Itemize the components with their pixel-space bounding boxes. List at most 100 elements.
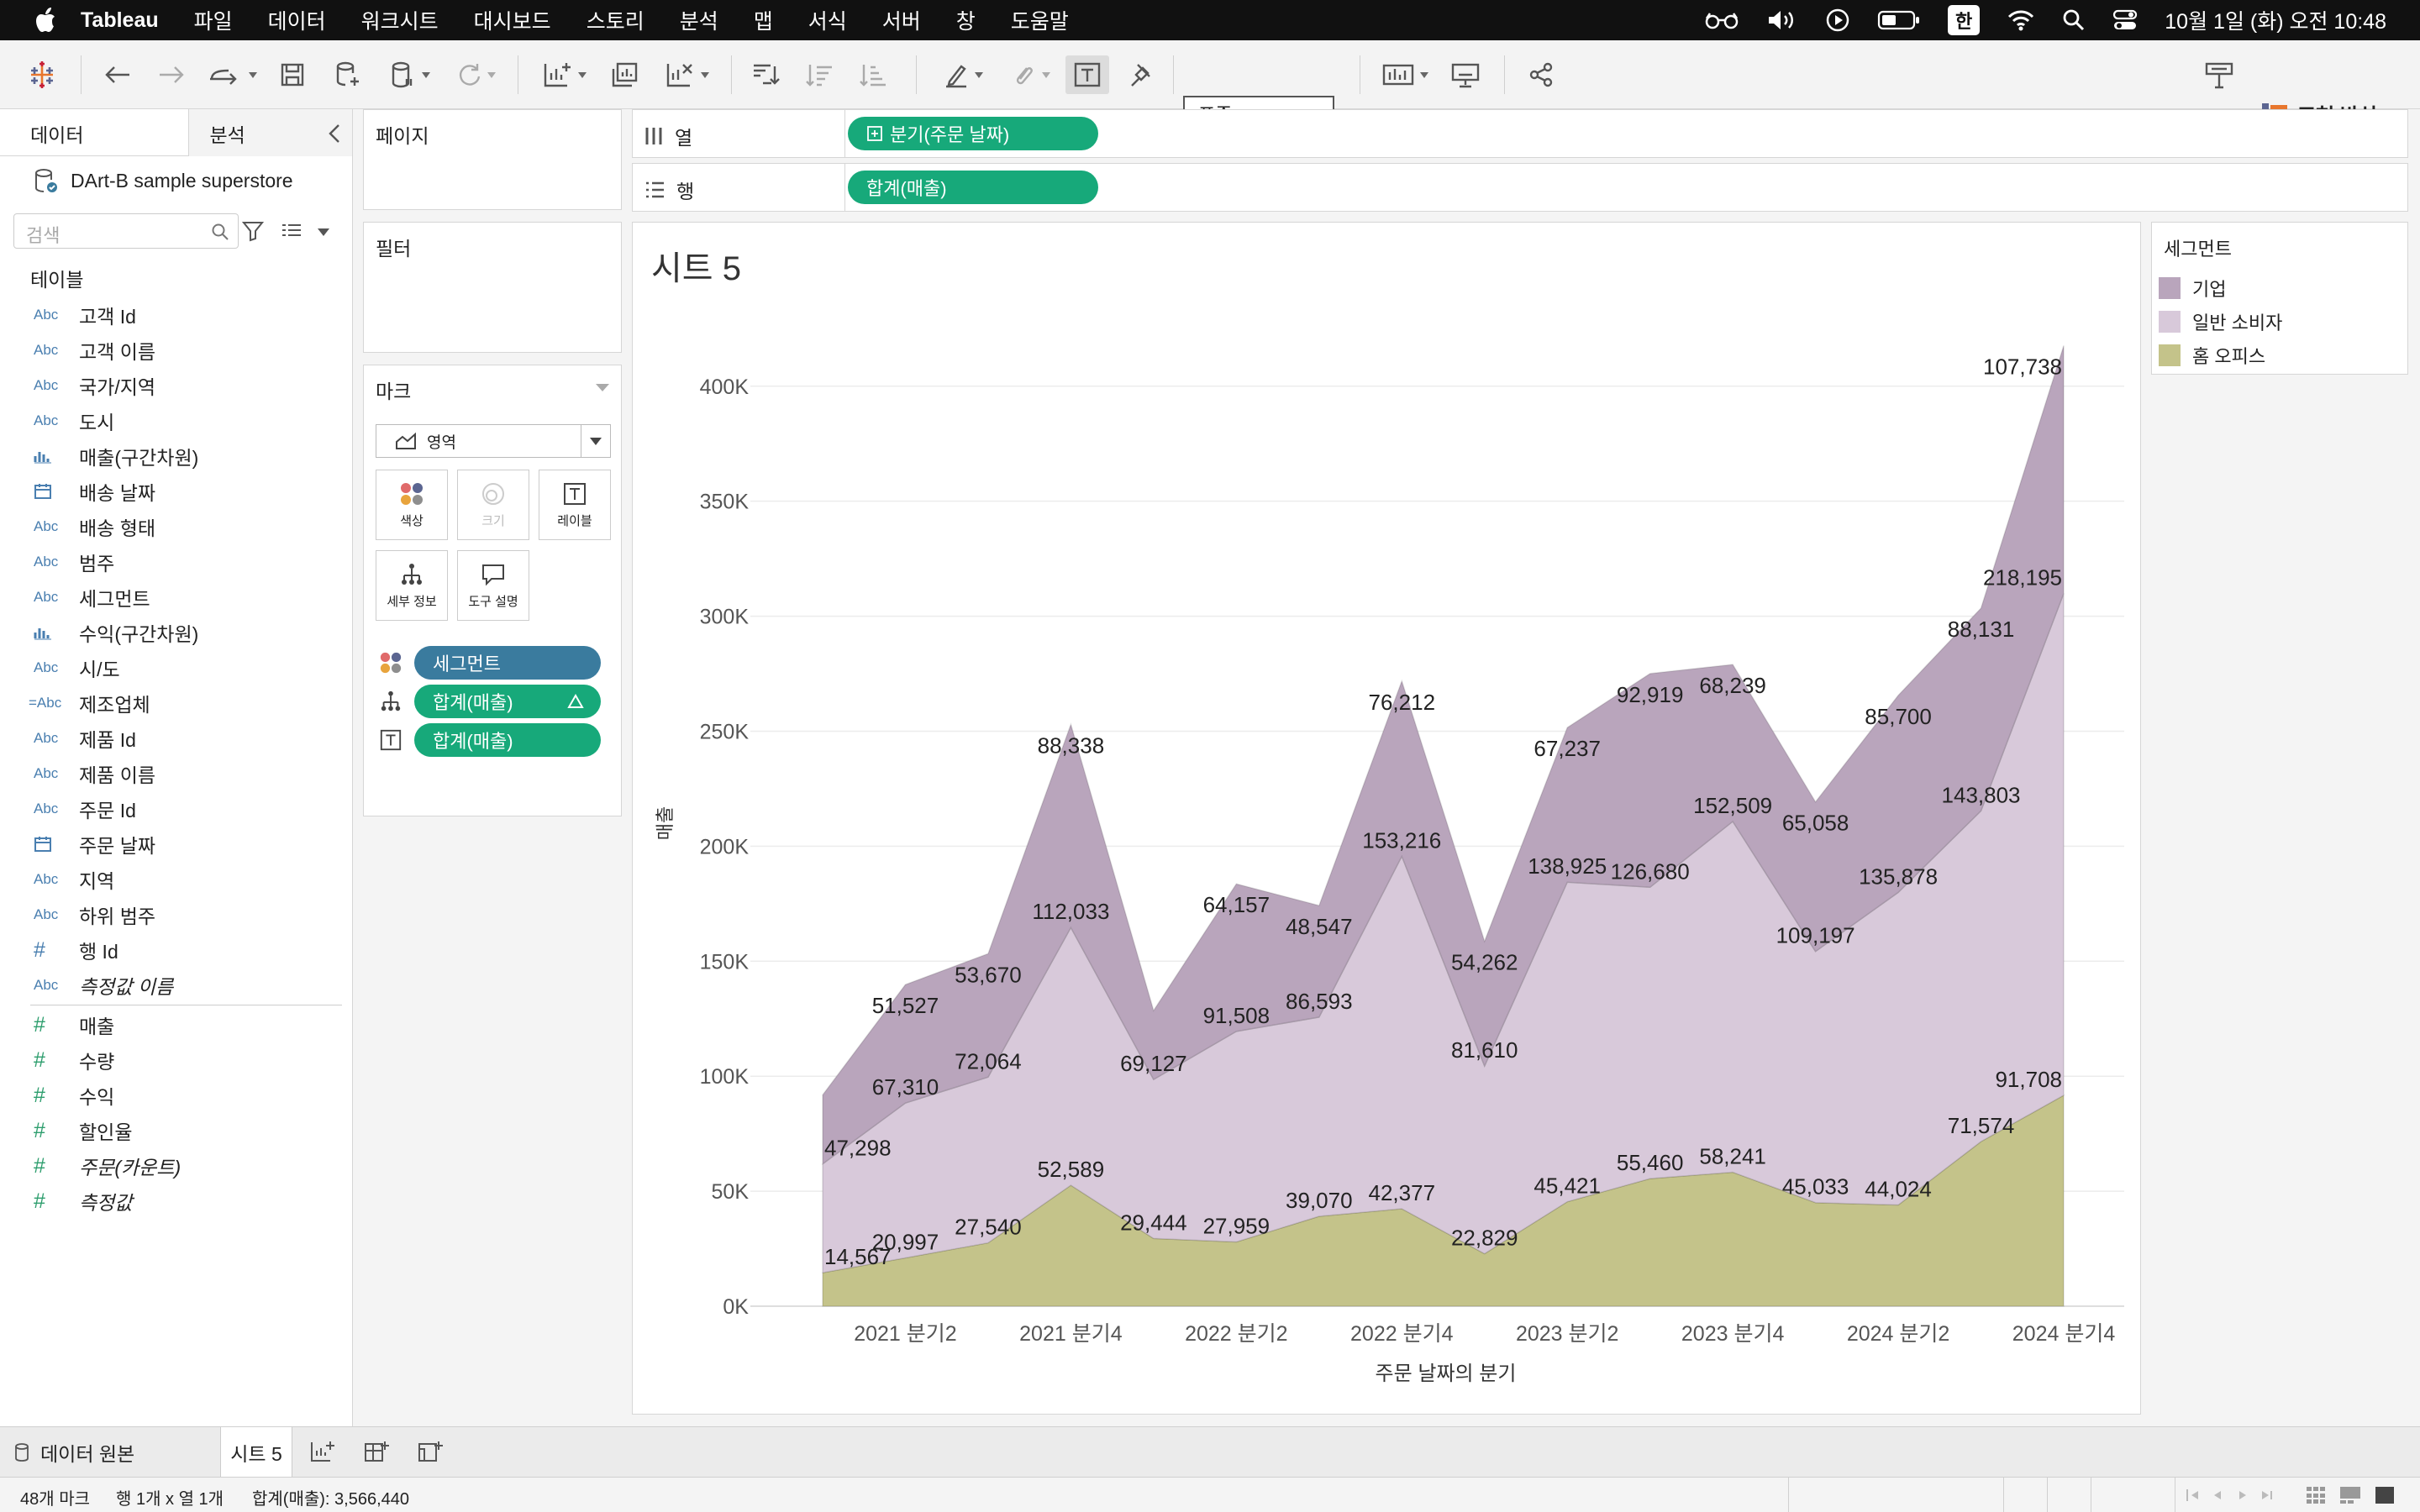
field-item[interactable]: 주문 날짜	[0, 827, 352, 862]
field-item[interactable]: # 주문(카운트)	[0, 1148, 352, 1184]
columns-shelf[interactable]: 열 분기(주문 날짜)	[632, 109, 2408, 158]
clear-sheet-icon[interactable]	[657, 55, 718, 94]
new-datasource-icon[interactable]	[329, 55, 366, 94]
apple-icon[interactable]	[34, 6, 59, 34]
share-icon[interactable]	[1523, 55, 1560, 94]
menu-worksheet[interactable]: 워크시트	[361, 5, 439, 35]
field-item[interactable]: # 측정값	[0, 1184, 352, 1219]
swap-rows-columns-icon[interactable]	[748, 55, 785, 94]
legend-item-corporate[interactable]: 기업	[2159, 275, 2226, 302]
next-page-icon[interactable]	[2237, 1489, 2249, 1501]
menu-analysis[interactable]: 분석	[680, 5, 718, 35]
new-worksheet-icon[interactable]	[534, 55, 595, 94]
battery-icon[interactable]	[1877, 9, 1921, 31]
field-item[interactable]: Abc 주문 Id	[0, 791, 352, 827]
first-page-icon[interactable]	[2186, 1489, 2198, 1501]
menu-map[interactable]: 맵	[754, 5, 773, 35]
datasource-tab[interactable]: 데이터 원본	[13, 1427, 213, 1478]
tab-data[interactable]: 데이터	[0, 109, 190, 156]
chevron-down-icon[interactable]	[318, 228, 329, 236]
field-item[interactable]: Abc 제품 이름	[0, 756, 352, 791]
sheet-tab[interactable]: 시트 5	[220, 1427, 292, 1478]
control-center-icon[interactable]	[2112, 8, 2138, 32]
sort-ascending-icon[interactable]	[802, 55, 839, 94]
filter-icon[interactable]	[242, 220, 264, 242]
volume-icon[interactable]	[1766, 8, 1798, 32]
sort-descending-icon[interactable]	[855, 55, 892, 94]
field-item[interactable]: Abc 하위 범주	[0, 897, 352, 932]
menu-help[interactable]: 도움말	[1011, 5, 1069, 35]
input-method-indicator[interactable]: 한	[1948, 5, 1981, 35]
field-item[interactable]: Abc 도시	[0, 403, 352, 438]
redo-icon[interactable]	[153, 55, 190, 94]
sum-sales-pill[interactable]: 합계(매출)	[848, 171, 1098, 204]
menu-clock[interactable]: 10월 1일 (화) 오전 10:48	[2165, 5, 2386, 35]
show-mark-labels-icon[interactable]	[1065, 55, 1109, 94]
worksheet-view[interactable]: 시트 5 0K 50K 100K 150K 200K 250K 300K 350K 400K 매출…	[632, 222, 2141, 1415]
undo-icon[interactable]	[99, 55, 136, 94]
duplicate-sheet-icon[interactable]	[607, 55, 644, 94]
field-item[interactable]: Abc 측정값 이름	[0, 968, 352, 1003]
menu-story[interactable]: 스토리	[587, 5, 644, 35]
stacked-area-chart[interactable]: 0K50K100K150K200K250K300K350K400K매출14,56…	[633, 223, 2142, 1415]
field-item[interactable]: Abc 국가/지역	[0, 368, 352, 403]
new-worksheet-tab-icon[interactable]	[309, 1427, 336, 1478]
presentation-mode-icon[interactable]	[1447, 55, 1484, 94]
collapse-pane-icon[interactable]	[327, 123, 342, 144]
chevron-down-icon[interactable]	[596, 384, 609, 391]
filmstrip-view-icon[interactable]	[2339, 1486, 2361, 1504]
legend-item-consumer[interactable]: 일반 소비자	[2159, 308, 2282, 335]
refresh-icon[interactable]	[445, 55, 506, 94]
prev-page-icon[interactable]	[2212, 1489, 2223, 1501]
field-item[interactable]: # 수익	[0, 1078, 352, 1113]
label-button[interactable]: 레이블	[539, 470, 611, 540]
color-button[interactable]: 색상	[376, 470, 448, 540]
tableau-logo-icon[interactable]	[24, 55, 60, 94]
field-item[interactable]: # 수량	[0, 1042, 352, 1078]
field-item[interactable]: 수익(구간차원)	[0, 615, 352, 650]
field-item[interactable]: # 행 Id	[0, 932, 352, 968]
menu-window[interactable]: 창	[956, 5, 976, 35]
menu-format[interactable]: 서식	[808, 5, 847, 35]
grid-view-icon[interactable]	[2306, 1486, 2326, 1504]
segment-color-pill[interactable]: 세그먼트	[414, 646, 601, 680]
quarter-order-date-pill[interactable]: 분기(주문 날짜)	[848, 117, 1098, 150]
menu-data[interactable]: 데이터	[268, 5, 326, 35]
field-item[interactable]: 배송 날짜	[0, 474, 352, 509]
pages-card[interactable]: 페이지	[363, 109, 622, 210]
field-item[interactable]: Abc 배송 형태	[0, 509, 352, 544]
sales-detail-pill[interactable]: 합계(매출)	[414, 685, 601, 718]
play-icon[interactable]	[1825, 8, 1850, 33]
filters-card[interactable]: 필터	[363, 222, 622, 353]
field-item[interactable]: # 할인율	[0, 1113, 352, 1148]
highlight-icon[interactable]	[933, 55, 993, 94]
field-item[interactable]: Abc 고객 Id	[0, 297, 352, 333]
field-item[interactable]: Abc 지역	[0, 862, 352, 897]
presenter-icon[interactable]	[2200, 55, 2238, 94]
new-story-tab-icon[interactable]	[417, 1427, 444, 1478]
group-members-icon[interactable]	[1000, 55, 1060, 94]
field-item[interactable]: =Abc 제조업체	[0, 685, 352, 721]
detail-button[interactable]: 세부 정보	[376, 550, 448, 621]
rows-shelf[interactable]: 행 합계(매출)	[632, 163, 2408, 212]
tooltip-button[interactable]: 도구 설명	[457, 550, 529, 621]
mark-type-select[interactable]: 영역	[376, 424, 611, 458]
field-item[interactable]: Abc 시/도	[0, 650, 352, 685]
field-item[interactable]: 매출(구간차원)	[0, 438, 352, 474]
menu-app[interactable]: Tableau	[81, 8, 159, 33]
datasource-item[interactable]: DArt-B sample superstore	[0, 156, 352, 205]
replay-animation-icon[interactable]	[202, 55, 262, 94]
field-item[interactable]: Abc 세그먼트	[0, 580, 352, 615]
show-cards-icon[interactable]	[1375, 55, 1435, 94]
save-icon[interactable]	[274, 55, 311, 94]
wifi-icon[interactable]	[2007, 8, 2035, 32]
pause-updates-icon[interactable]	[380, 55, 440, 94]
last-page-icon[interactable]	[2260, 1489, 2274, 1501]
segment-legend[interactable]: 세그먼트 기업 일반 소비자 홈 오피스	[2151, 222, 2408, 375]
field-item[interactable]: Abc 제품 Id	[0, 721, 352, 756]
size-button[interactable]: 크기	[457, 470, 529, 540]
new-dashboard-tab-icon[interactable]	[363, 1427, 390, 1478]
spotlight-search-icon[interactable]	[2062, 8, 2086, 32]
legend-item-home-office[interactable]: 홈 오피스	[2159, 342, 2265, 369]
field-item[interactable]: Abc 고객 이름	[0, 333, 352, 368]
